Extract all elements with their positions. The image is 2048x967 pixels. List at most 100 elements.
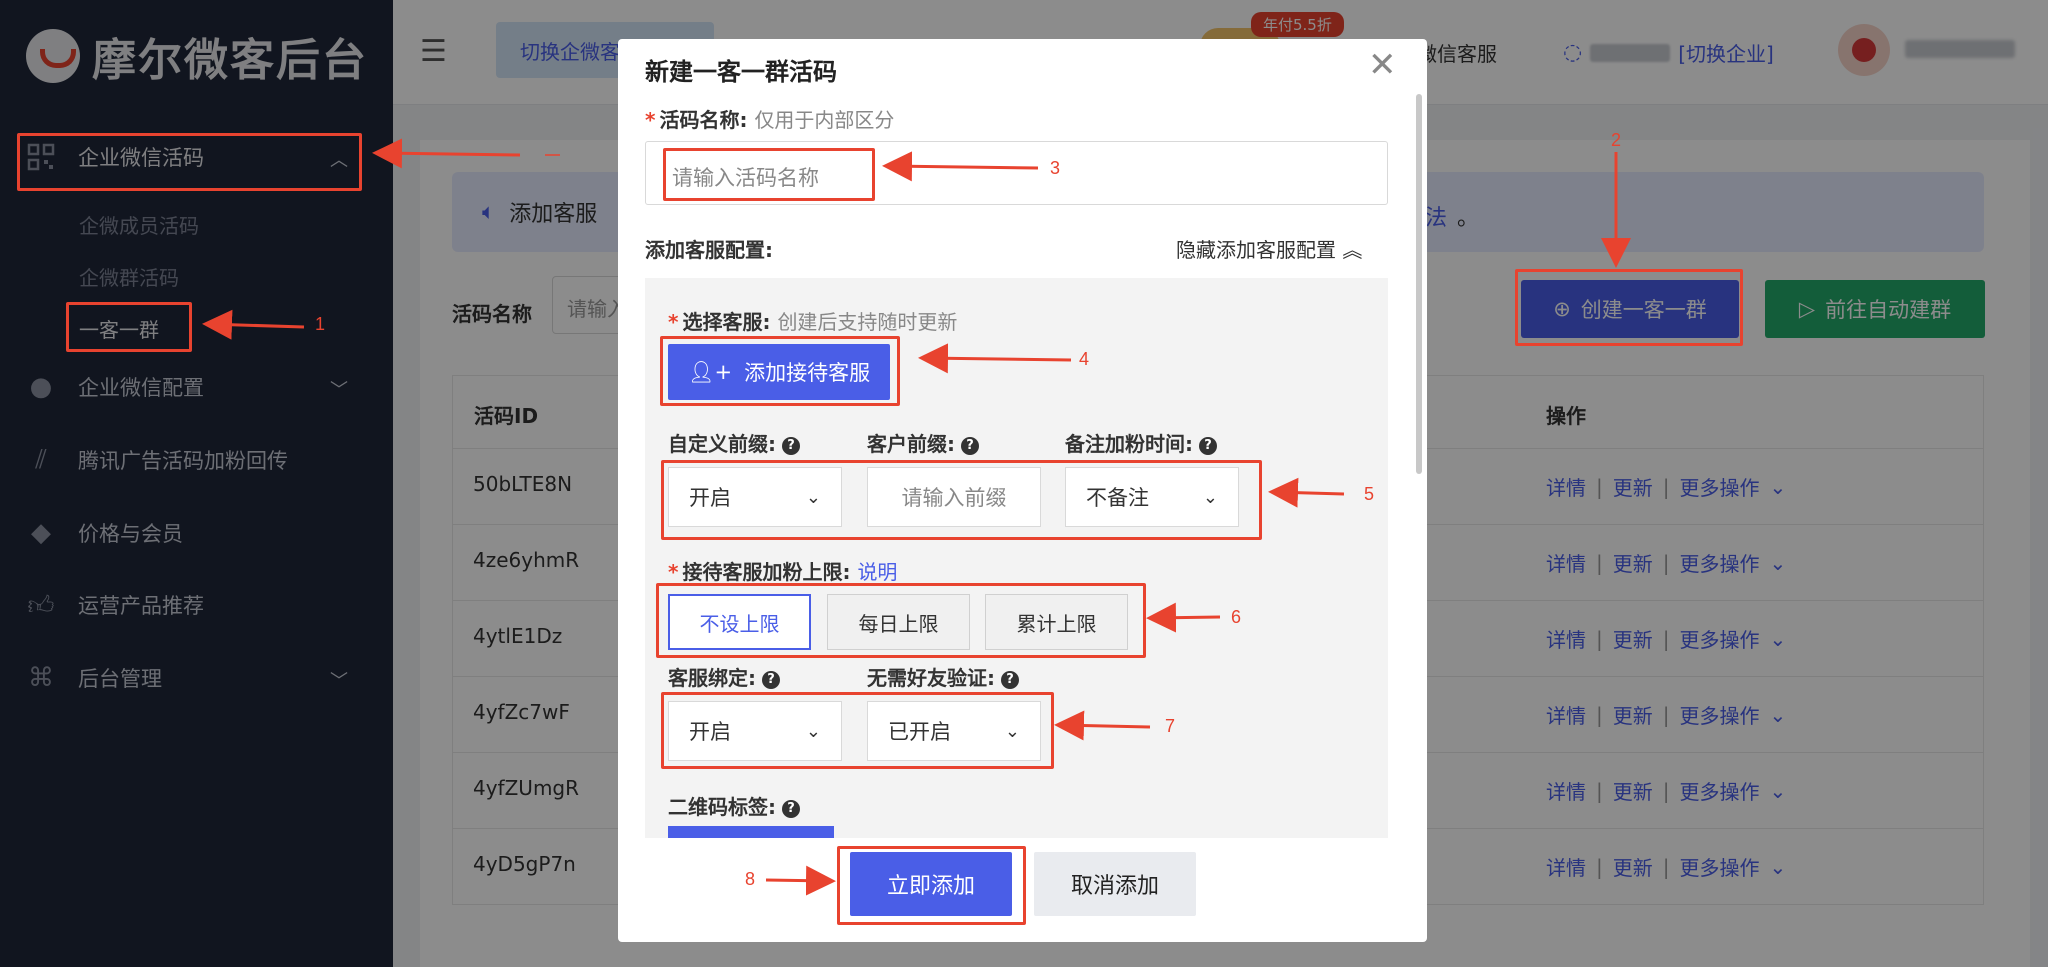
close-icon[interactable]: ✕ bbox=[1368, 48, 1397, 82]
separator: | bbox=[1596, 474, 1603, 499]
customer-prefix-input[interactable]: 请输入前缀 bbox=[867, 467, 1041, 527]
create-button-label: 创建一客一群 bbox=[1580, 298, 1707, 322]
more-actions-link[interactable]: 更多操作 bbox=[1680, 624, 1760, 653]
update-link[interactable]: 更新 bbox=[1613, 776, 1653, 805]
switch-enterprise-link[interactable]: ◌ [切换企业] bbox=[1563, 38, 1774, 67]
help-icon[interactable]: ? bbox=[1199, 437, 1217, 455]
prefix-label-text: 自定义前缀: bbox=[668, 432, 776, 456]
help-icon[interactable]: ? bbox=[762, 671, 780, 689]
verify-select-value: 已开启 bbox=[888, 720, 951, 744]
bind-label: 客服绑定:? bbox=[668, 662, 780, 691]
brand: 摩尔微客后台 bbox=[26, 24, 368, 88]
thumbs-up-icon: 👍︎ bbox=[27, 590, 55, 621]
remark-time-select[interactable]: 不备注 ⌄ bbox=[1065, 467, 1239, 527]
auto-group-button-label: 前往自动建群 bbox=[1825, 298, 1952, 322]
annotation-number: 2 bbox=[1611, 130, 1622, 150]
help-icon[interactable]: ? bbox=[782, 800, 800, 818]
chevron-down-icon: ⌄ bbox=[805, 720, 821, 742]
chat-icon: ◌ bbox=[1563, 40, 1583, 65]
name-label: * 活码名称: 仅用于内部区分 bbox=[645, 104, 894, 133]
separator: | bbox=[1662, 626, 1670, 651]
verify-select[interactable]: 已开启 ⌄ bbox=[867, 701, 1041, 761]
modal-title: 新建一客一群活码 bbox=[645, 58, 837, 86]
plus-circle-icon: ⊕ bbox=[1553, 297, 1571, 321]
remark-select-value: 不备注 bbox=[1086, 486, 1149, 510]
create-button[interactable]: ⊕ 创建一客一群 bbox=[1521, 280, 1739, 338]
add-cs-button-label: 添加接待客服 bbox=[744, 361, 871, 385]
more-actions-link[interactable]: 更多操作 bbox=[1680, 776, 1760, 805]
limit-option-total[interactable]: 累计上限 bbox=[985, 594, 1128, 650]
annotation-number: 5 bbox=[1364, 484, 1375, 504]
sidebar-item-wechat-config[interactable]: ● 企业微信配置 bbox=[26, 372, 204, 402]
sidebar-item-recommend[interactable]: 👍︎ 运营产品推荐 bbox=[26, 590, 204, 621]
select-cs-label-text: 选择客服: bbox=[682, 310, 771, 334]
code-name-input[interactable]: 请输入活码名称 bbox=[645, 141, 1388, 205]
table-row-id: 4yD5gP7n bbox=[473, 852, 576, 876]
sidebar-item-label: 企业微信配置 bbox=[78, 376, 204, 400]
help-icon[interactable]: ? bbox=[1001, 671, 1019, 689]
limit-option-none[interactable]: 不设上限 bbox=[668, 594, 811, 650]
more-actions-link[interactable]: 更多操作 bbox=[1680, 852, 1760, 881]
username-blurred[interactable] bbox=[1905, 40, 2015, 58]
more-actions-link[interactable]: 更多操作 bbox=[1680, 548, 1760, 577]
help-icon[interactable]: ? bbox=[782, 437, 800, 455]
cancel-button[interactable]: 取消添加 bbox=[1034, 852, 1196, 916]
chevron-down-icon: ﹀ bbox=[330, 671, 348, 692]
play-circle-icon: ▷ bbox=[1798, 297, 1816, 321]
chevron-down-icon: ⌄ bbox=[1769, 702, 1787, 727]
bind-select-value: 开启 bbox=[689, 720, 731, 744]
update-link[interactable]: 更新 bbox=[1613, 624, 1653, 653]
chevron-down-icon: ﹀ bbox=[330, 380, 348, 401]
select-cs-hint: 创建后支持随时更新 bbox=[777, 310, 958, 334]
update-link[interactable]: 更新 bbox=[1613, 548, 1653, 577]
avatar[interactable] bbox=[1838, 24, 1890, 76]
sidebar-item-qrcode[interactable]: 企业微信活码 bbox=[26, 142, 204, 172]
table-row-id: 50bLTE8N bbox=[473, 472, 573, 496]
switch-enterprise-label: [切换企业] bbox=[1678, 42, 1774, 66]
chevron-down-icon: ⌄ bbox=[1769, 778, 1787, 803]
add-user-icon: 👤︎+ bbox=[687, 359, 733, 384]
sidebar-subitem-group[interactable]: 企微群活码 bbox=[79, 262, 179, 291]
enterprise-name-blurred bbox=[1590, 43, 1671, 62]
submit-button[interactable]: 立即添加 bbox=[850, 852, 1012, 916]
help-icon[interactable]: ? bbox=[961, 437, 979, 455]
notice-link-text[interactable]: 法 bbox=[1425, 206, 1447, 231]
update-link[interactable]: 更新 bbox=[1613, 472, 1653, 501]
detail-link[interactable]: 详情 bbox=[1546, 700, 1586, 729]
update-link[interactable]: 更新 bbox=[1613, 852, 1653, 881]
update-link[interactable]: 更新 bbox=[1613, 700, 1653, 729]
auto-group-button[interactable]: ▷ 前往自动建群 bbox=[1765, 280, 1985, 338]
sidebar-item-label: 企业微信活码 bbox=[78, 146, 204, 170]
add-cs-button[interactable]: 👤︎+ 添加接待客服 bbox=[668, 344, 890, 400]
sidebar-item-label: 价格与会员 bbox=[78, 522, 183, 546]
hide-config-toggle[interactable]: 隐藏添加客服配置 ︽ bbox=[1176, 234, 1362, 263]
detail-link[interactable]: 详情 bbox=[1546, 548, 1586, 577]
limit-option-daily[interactable]: 每日上限 bbox=[827, 594, 970, 650]
sidebar-item-ad[interactable]: ⫽ 腾讯广告活码加粉回传 bbox=[26, 445, 288, 475]
notice-link[interactable]: 法。 bbox=[1425, 200, 1479, 232]
prefix-select[interactable]: 开启 ⌄ bbox=[668, 467, 842, 527]
filter-label: 活码名称 bbox=[452, 302, 532, 326]
more-actions-link[interactable]: 更多操作 bbox=[1680, 700, 1760, 729]
table-row-actions: 详情 | 更新 | 更多操作 ⌄ bbox=[1546, 624, 1786, 653]
limit-help-link[interactable]: 说明 bbox=[857, 560, 897, 584]
required-mark: * bbox=[668, 310, 679, 334]
sidebar-subitem-member[interactable]: 企微成员活码 bbox=[79, 210, 199, 239]
sidebar-subitem-one-customer-one-group[interactable]: 一客一群 bbox=[79, 314, 159, 343]
detail-link[interactable]: 详情 bbox=[1546, 624, 1586, 653]
detail-link[interactable]: 详情 bbox=[1546, 776, 1586, 805]
menu-icon[interactable]: ☰ bbox=[420, 34, 447, 69]
sidebar-item-admin[interactable]: ⌘ 后台管理 bbox=[26, 663, 162, 693]
sidebar-item-pricing[interactable]: ◆ 价格与会员 bbox=[26, 518, 183, 548]
table-row-id: 4ytlE1Dz bbox=[473, 624, 563, 648]
modal-scrollbar[interactable] bbox=[1416, 94, 1422, 474]
sidebar-item-label: 运营产品推荐 bbox=[78, 594, 204, 618]
detail-link[interactable]: 详情 bbox=[1546, 472, 1586, 501]
sidebar: 摩尔微客后台 企业微信活码 ︿ 企微成员活码 企微群活码 一客一群 ● 企业微信… bbox=[0, 0, 393, 967]
qr-tag-button[interactable] bbox=[668, 826, 834, 838]
separator: | bbox=[1596, 550, 1603, 575]
detail-link[interactable]: 详情 bbox=[1546, 852, 1586, 881]
more-actions-link[interactable]: 更多操作 bbox=[1680, 472, 1760, 501]
table-row-id: 4ze6yhmR bbox=[473, 548, 580, 572]
bind-select[interactable]: 开启 ⌄ bbox=[668, 701, 842, 761]
